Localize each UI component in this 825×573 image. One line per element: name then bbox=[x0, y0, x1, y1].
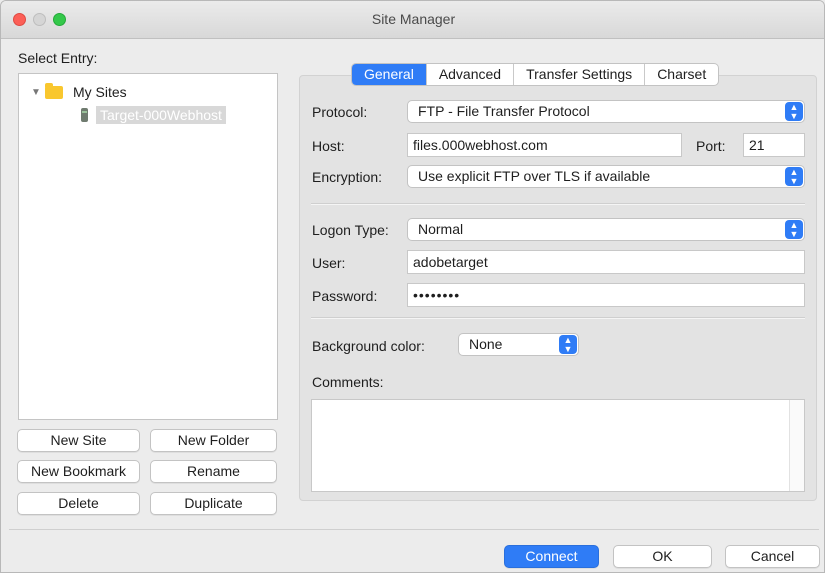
site-tree[interactable]: ▼ My Sites Target-000Webhost bbox=[18, 73, 278, 420]
comments-label: Comments: bbox=[312, 374, 384, 390]
tree-site-label: Target-000Webhost bbox=[96, 106, 226, 124]
background-color-select[interactable]: None ▲ ▼ bbox=[458, 333, 579, 356]
settings-tabs: General Advanced Transfer Settings Chars… bbox=[351, 63, 720, 86]
host-label: Host: bbox=[312, 138, 345, 154]
tab-charset[interactable]: Charset bbox=[644, 64, 718, 85]
connect-button[interactable]: Connect bbox=[504, 545, 599, 568]
password-label: Password: bbox=[312, 288, 378, 304]
section-divider bbox=[311, 317, 805, 319]
select-arrows-icon: ▲ ▼ bbox=[785, 167, 803, 186]
disclosure-triangle-icon[interactable]: ▼ bbox=[31, 87, 45, 98]
password-input[interactable]: •••••••• bbox=[407, 283, 805, 307]
encryption-value: Use explicit FTP over TLS if available bbox=[418, 168, 651, 184]
cancel-button[interactable]: Cancel bbox=[725, 545, 820, 568]
window-title: Site Manager bbox=[371, 11, 456, 27]
tree-folder-my-sites[interactable]: ▼ My Sites bbox=[31, 81, 127, 103]
comments-scrollbar[interactable] bbox=[789, 400, 804, 491]
logon-type-label: Logon Type: bbox=[312, 222, 389, 238]
background-color-value: None bbox=[469, 336, 503, 352]
select-arrows-icon: ▲ ▼ bbox=[785, 102, 803, 121]
title-bar: Site Manager bbox=[1, 1, 824, 39]
tree-site-target[interactable]: Target-000Webhost bbox=[81, 104, 226, 126]
new-site-button[interactable]: New Site bbox=[17, 429, 140, 452]
protocol-value: FTP - File Transfer Protocol bbox=[418, 103, 590, 119]
protocol-label: Protocol: bbox=[312, 104, 368, 120]
site-manager-window: Site Manager Select Entry: ▼ My Sites Ta… bbox=[0, 0, 825, 573]
ok-button[interactable]: OK bbox=[613, 545, 712, 568]
comments-textarea[interactable] bbox=[311, 399, 805, 492]
logon-type-value: Normal bbox=[418, 221, 464, 237]
port-label: Port: bbox=[696, 138, 726, 154]
select-arrows-icon: ▲ ▼ bbox=[785, 220, 803, 239]
folder-icon bbox=[45, 82, 63, 99]
tab-general[interactable]: General bbox=[352, 64, 426, 85]
logon-type-select[interactable]: Normal ▲ ▼ bbox=[407, 218, 805, 241]
tab-advanced[interactable]: Advanced bbox=[425, 64, 513, 85]
user-label: User: bbox=[312, 255, 346, 271]
select-entry-label: Select Entry: bbox=[18, 50, 98, 66]
host-input[interactable]: files.000webhost.com bbox=[407, 133, 682, 157]
new-bookmark-button[interactable]: New Bookmark bbox=[17, 460, 140, 483]
background-color-label: Background color: bbox=[312, 338, 425, 354]
footer-divider bbox=[9, 529, 819, 530]
protocol-select[interactable]: FTP - File Transfer Protocol ▲ ▼ bbox=[407, 100, 805, 123]
tree-folder-label: My Sites bbox=[73, 84, 127, 100]
port-input[interactable]: 21 bbox=[743, 133, 805, 157]
delete-button[interactable]: Delete bbox=[17, 492, 140, 515]
new-folder-button[interactable]: New Folder bbox=[150, 429, 277, 452]
select-arrows-icon: ▲ ▼ bbox=[559, 335, 577, 354]
server-icon bbox=[81, 108, 88, 122]
user-input[interactable]: adobetarget bbox=[407, 250, 805, 274]
section-divider bbox=[311, 203, 805, 205]
encryption-label: Encryption: bbox=[312, 169, 383, 185]
tab-transfer-settings[interactable]: Transfer Settings bbox=[513, 64, 644, 85]
rename-button[interactable]: Rename bbox=[150, 460, 277, 483]
encryption-select[interactable]: Use explicit FTP over TLS if available ▲… bbox=[407, 165, 805, 188]
duplicate-button[interactable]: Duplicate bbox=[150, 492, 277, 515]
